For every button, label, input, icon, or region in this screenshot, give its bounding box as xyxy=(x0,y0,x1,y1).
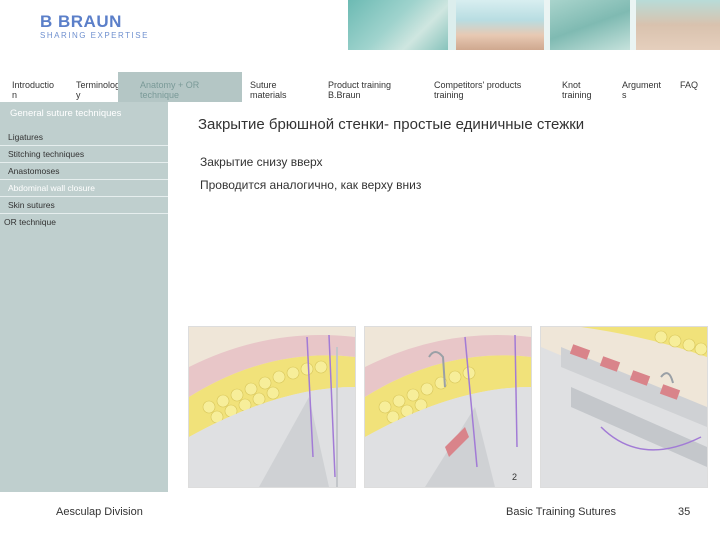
illustration-step-3 xyxy=(540,326,708,488)
nav-label: technique xyxy=(140,90,180,100)
nav-product-training[interactable]: Product training B.Braun xyxy=(320,72,426,102)
page-number: 35 xyxy=(678,506,691,518)
nav-label: Suture xyxy=(250,80,277,90)
nav-label: n xyxy=(12,90,18,100)
nav-introduction[interactable]: Introductio n xyxy=(0,72,64,102)
nav-terminology[interactable]: Terminolog y xyxy=(64,72,121,102)
main-nav: Introductio n Terminolog y Anatomy + OR tec… xyxy=(0,72,720,102)
illustration-step-1 xyxy=(188,326,356,488)
footer-division: Aesculap Division xyxy=(56,506,143,518)
nav-arguments[interactable]: Argument s xyxy=(622,72,680,102)
logo-brand: B BRAUN xyxy=(40,12,122,31)
sidebar-item-abdominal-wall-closure[interactable]: Abdominal wall closure xyxy=(0,180,168,197)
nav-label: Product training xyxy=(328,80,392,90)
nav-label: Knot xyxy=(562,80,581,90)
nav-label: Terminolog xyxy=(76,80,121,90)
nav-label: Introductio xyxy=(12,80,55,90)
header-photo-nurse xyxy=(636,0,720,50)
content-line-2: Проводится аналогично, как верху вниз xyxy=(200,178,422,192)
nav-knot-training[interactable]: Knot training xyxy=(556,72,622,102)
logo-tagline: SHARING EXPERTISE xyxy=(40,31,149,40)
illustration-row xyxy=(188,326,708,488)
nav-label: Argument xyxy=(622,80,662,90)
sidebar-item-ligatures[interactable]: Ligatures xyxy=(0,129,168,146)
header-photo-surgeon xyxy=(456,0,544,50)
nav-label: materials xyxy=(250,90,287,100)
header-photo-hands xyxy=(348,0,448,50)
sidebar-item-stitching-techniques[interactable]: Stitching techniques xyxy=(0,146,168,163)
nav-faq[interactable]: FAQ xyxy=(680,72,720,102)
nav-competitors-training[interactable]: Competitors' products training xyxy=(426,72,556,102)
nav-anatomy-or-technique[interactable]: Anatomy + OR technique xyxy=(118,72,242,102)
page-title: Закрытие брюшной стенки- простые единичн… xyxy=(198,116,585,133)
header-photo-strip xyxy=(348,0,720,50)
footer-course-title: Basic Training Sutures xyxy=(506,506,617,518)
photo-gap xyxy=(448,0,456,50)
nav-label: Anatomy + OR xyxy=(140,80,200,90)
header: B BRAUN SHARING EXPERTISE xyxy=(0,0,720,72)
nav-label: training xyxy=(562,90,592,100)
sidebar-item-anastomoses[interactable]: Anastomoses xyxy=(0,163,168,180)
nav-label: y xyxy=(76,90,81,100)
nav-label: FAQ xyxy=(680,80,699,90)
nav-suture-materials[interactable]: Suture materials xyxy=(242,72,320,102)
nav-label: B.Braun xyxy=(328,90,361,100)
figure-number: 2 xyxy=(512,472,518,482)
nav-label: Competitors' products xyxy=(434,80,522,90)
nav-label: training xyxy=(434,90,464,100)
sidebar: General suture techniques Ligatures Stit… xyxy=(0,102,168,492)
nav-label: s xyxy=(622,90,627,100)
header-photo-instrument xyxy=(550,0,630,50)
content-line-1: Закрытие снизу вверх xyxy=(200,155,323,169)
bbraun-logo: B BRAUN SHARING EXPERTISE xyxy=(40,12,149,40)
sidebar-item-skin-sutures[interactable]: Skin sutures xyxy=(0,197,168,214)
sidebar-heading: General suture techniques xyxy=(10,108,122,119)
sidebar-section-or-technique[interactable]: OR technique xyxy=(0,214,168,230)
illustration-step-2 xyxy=(364,326,532,488)
